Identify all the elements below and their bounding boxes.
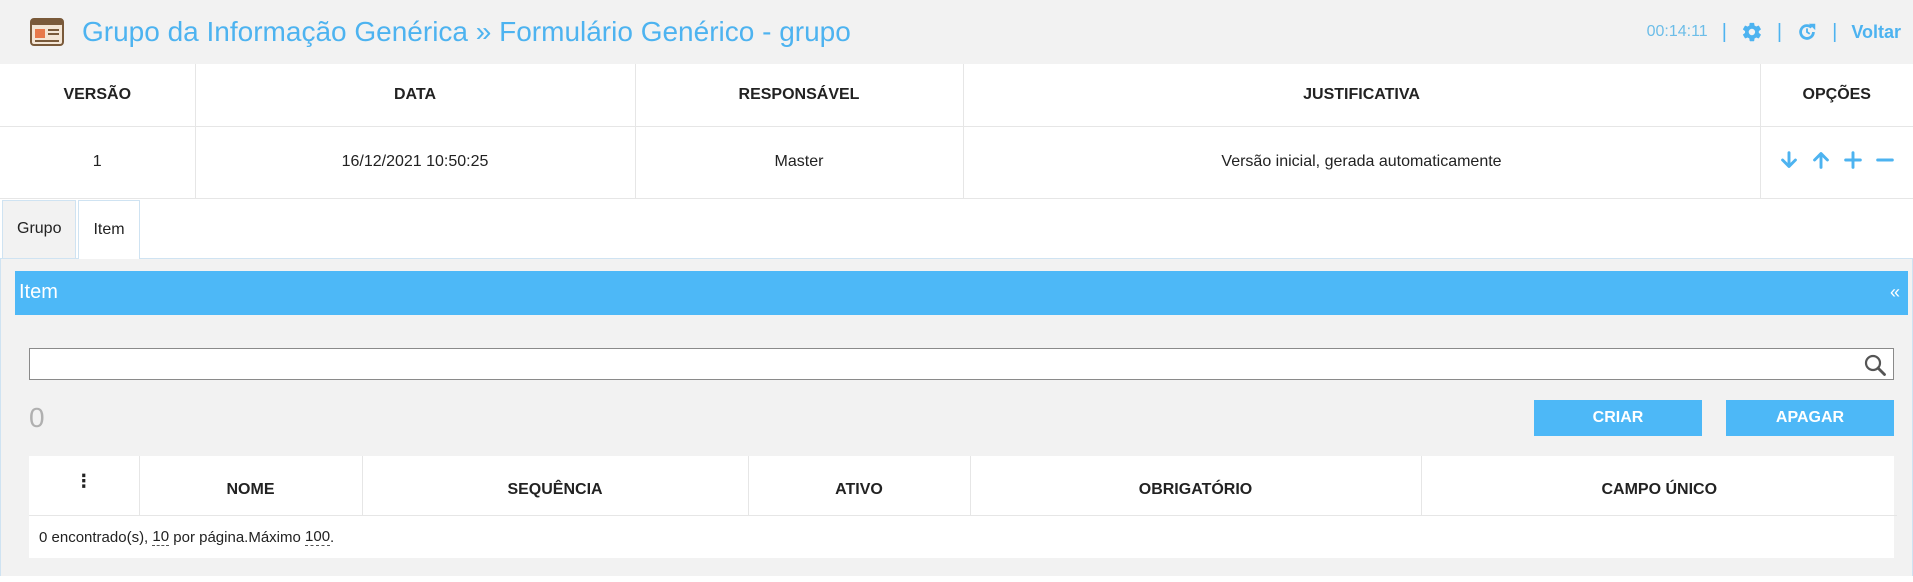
session-clock: 00:14:11 — [1646, 23, 1708, 40]
arrow-up-icon[interactable] — [1810, 149, 1832, 171]
search-input[interactable] — [30, 348, 1893, 379]
grid-footer: 0 encontrado(s), 10 por página.Máximo 10… — [29, 516, 1894, 558]
table-row: 1 16/12/2021 10:50:25 Master Versão inic… — [0, 126, 1913, 199]
column-header-opcoes: OPÇÕES — [1760, 64, 1913, 127]
item-panel: Item « 0 CRIAR APAGAR ⋮ NOME SEQUÊNCIA A… — [0, 258, 1913, 576]
form-icon — [30, 18, 64, 46]
column-header-ativo[interactable]: ATIVO — [748, 455, 971, 516]
collapse-toggle[interactable]: « — [1890, 282, 1900, 303]
cell-justificativa: Versão inicial, gerada automaticamente — [963, 126, 1761, 199]
per-page-text: por página.Máximo — [173, 528, 301, 546]
tab-bar: Grupo Item — [0, 199, 1913, 259]
column-header-versao: VERSÃO — [0, 64, 196, 127]
panel-title: Item — [19, 281, 58, 303]
page-header: Grupo da Informação Genérica » Formulári… — [0, 0, 1913, 64]
tab-grupo[interactable]: Grupo — [2, 199, 77, 258]
create-button[interactable]: CRIAR — [1534, 399, 1702, 436]
header-toolbar: 00:14:11 | | | Voltar — [1647, 0, 1901, 64]
minus-icon[interactable] — [1874, 149, 1896, 171]
back-link[interactable]: Voltar — [1851, 22, 1901, 43]
column-header-nome[interactable]: NOME — [139, 455, 363, 516]
column-header-data: DATA — [195, 64, 636, 127]
column-header-campo-unico[interactable]: CAMPO ÚNICO — [1421, 455, 1897, 516]
search-box — [29, 347, 1894, 380]
cell-versao: 1 — [0, 126, 196, 199]
column-header-obrigatorio[interactable]: OBRIGATÓRIO — [970, 455, 1422, 516]
separator: | — [1832, 20, 1838, 43]
max-selector[interactable]: 100 — [305, 528, 331, 546]
separator: | — [1776, 20, 1783, 43]
cell-data: 16/12/2021 10:50:25 — [195, 126, 636, 199]
tab-item[interactable]: Item — [78, 199, 140, 259]
version-table: VERSÃO DATA RESPONSÁVEL JUSTIFICATIVA OP… — [0, 64, 1913, 199]
column-header-justificativa: JUSTIFICATIVA — [963, 64, 1761, 127]
column-header-responsavel: RESPONSÁVEL — [635, 64, 964, 127]
delete-button[interactable]: APAGAR — [1726, 399, 1894, 436]
refresh-icon[interactable] — [1796, 21, 1818, 43]
per-page-selector[interactable]: 10 — [152, 528, 170, 546]
column-menu[interactable]: ⋮ — [29, 455, 140, 516]
separator: | — [1721, 20, 1727, 43]
gear-icon[interactable] — [1741, 21, 1763, 43]
row-options — [1778, 149, 1896, 171]
column-header-sequencia[interactable]: SEQUÊNCIA — [362, 455, 749, 516]
search-icon[interactable] — [1863, 353, 1887, 377]
footer-end: . — [330, 528, 335, 546]
found-text: 0 encontrado(s), — [39, 528, 149, 546]
action-row: 0 CRIAR APAGAR — [29, 399, 1894, 436]
cell-opcoes — [1760, 126, 1913, 199]
cell-responsavel: Master — [635, 126, 964, 199]
item-grid: ⋮ NOME SEQUÊNCIA ATIVO OBRIGATÓRIO CAMPO… — [29, 455, 1897, 558]
panel-header: Item « — [15, 270, 1908, 315]
page-title: Grupo da Informação Genérica » Formulári… — [82, 16, 851, 47]
kebab-menu-icon[interactable]: ⋮ — [75, 471, 93, 491]
plus-icon[interactable] — [1842, 149, 1864, 171]
arrow-down-icon[interactable] — [1778, 149, 1800, 171]
record-count: 0 — [29, 401, 45, 433]
